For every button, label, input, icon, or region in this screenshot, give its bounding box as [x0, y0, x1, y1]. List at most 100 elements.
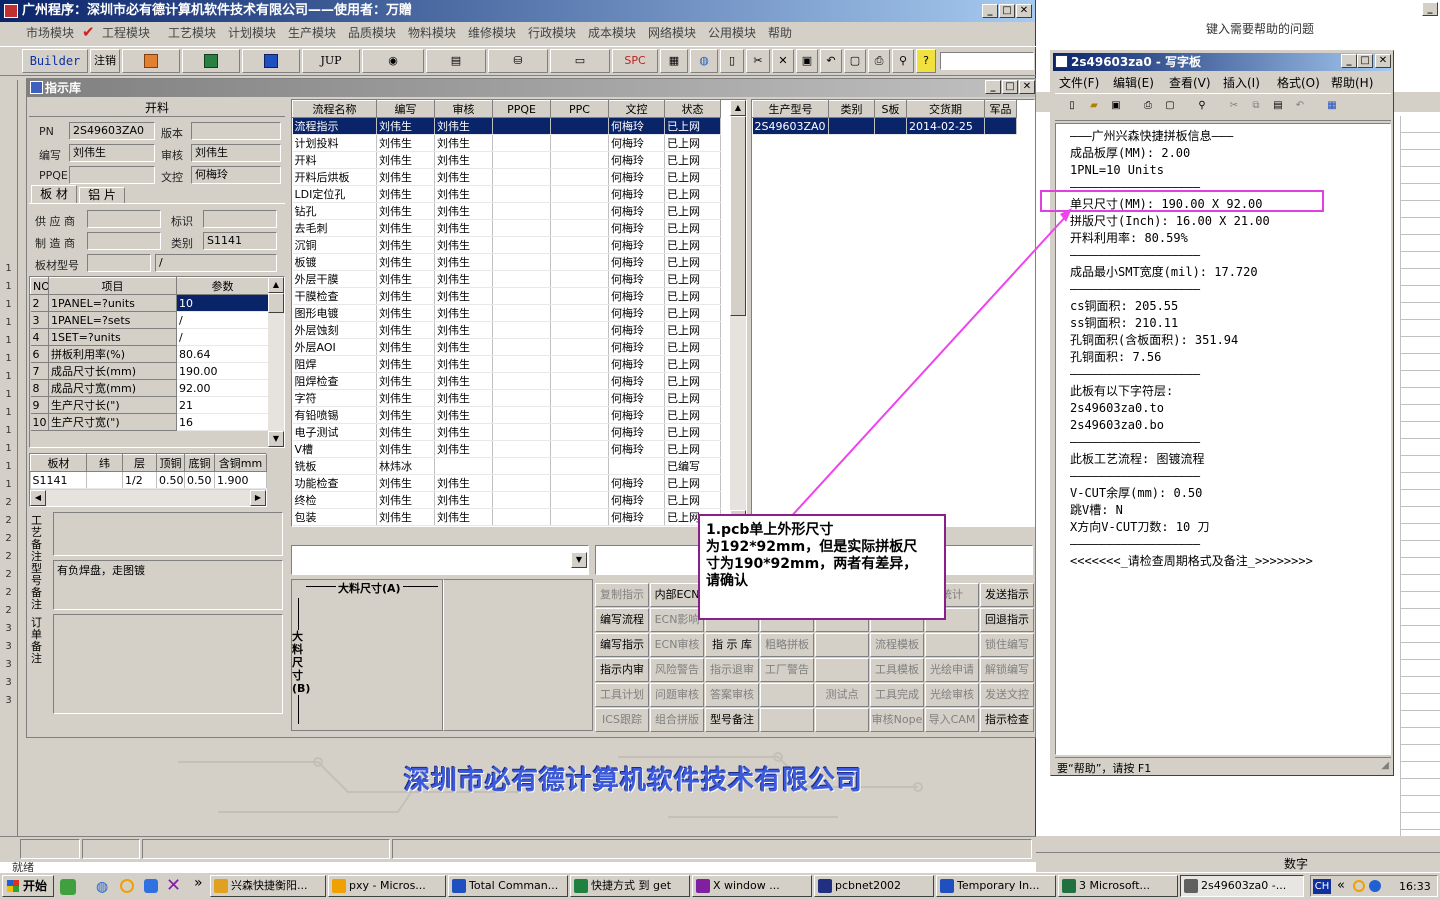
action-button-5-4[interactable] [815, 708, 869, 732]
wp-menu-item[interactable]: 查看(V) [1169, 74, 1211, 91]
wordpad-minimize-button[interactable]: _ [1341, 54, 1357, 68]
wp-menu-item[interactable]: 格式(O) [1277, 74, 1320, 91]
flow-row[interactable]: LDI定位孔 刘伟生 刘伟生 何梅玲 已上网 [292, 185, 721, 203]
flow-row[interactable]: 功能检查 刘伟生 刘伟生 何梅玲 已上网 [292, 474, 721, 492]
menu-public[interactable]: 公用模块 [708, 24, 756, 41]
param-row[interactable]: 2 1PANEL=?units 10 [30, 294, 269, 312]
flow-row[interactable]: 外层蚀刻 刘伟生 刘伟生 何梅玲 已上网 [292, 321, 721, 339]
param-row[interactable]: 6 拼板利用率(%) 80.64 [30, 345, 269, 363]
wp-paste-icon[interactable]: ▤ [1267, 97, 1289, 117]
note-model-box[interactable]: 有负焊盘，走图镀 [53, 560, 283, 610]
taskbar-item[interactable]: Temporary In... [936, 875, 1056, 897]
flow-row[interactable]: 沉铜 刘伟生 刘伟生 何梅玲 已上网 [292, 236, 721, 254]
action-button-4-7[interactable]: 发送文控 [980, 683, 1034, 707]
preview-icon[interactable]: ▢ [844, 49, 866, 73]
zhishi-restore-button[interactable]: □ [1002, 80, 1018, 94]
flow-row[interactable]: 开料后烘板 刘伟生 刘伟生 何梅玲 已上网 [292, 168, 721, 186]
builder-button[interactable]: Builder [22, 49, 88, 73]
action-button-4-2[interactable]: 答案审核 [705, 683, 759, 707]
action-button-5-2[interactable]: 型号备注 [705, 708, 759, 732]
action-button-3-6[interactable]: 光绘申请 [925, 658, 979, 682]
category-field[interactable]: S1141 [203, 232, 277, 250]
wp-undo-icon[interactable]: ↶ [1289, 97, 1311, 117]
action-button-2-4[interactable] [815, 633, 869, 657]
flow-row[interactable]: 包装 刘伟生 刘伟生 何梅玲 已上网 [292, 508, 721, 526]
jup-button[interactable]: JUP [302, 49, 360, 73]
menu-market[interactable]: 市场模块 [26, 24, 74, 41]
zhishi-minimize-button[interactable]: _ [985, 80, 1001, 94]
flow-row[interactable]: 干膜检查 刘伟生 刘伟生 何梅玲 已上网 [292, 287, 721, 305]
param-row[interactable]: 3 1PANEL=?sets / [30, 311, 269, 329]
wp-menu-item[interactable]: 插入(I) [1223, 74, 1260, 91]
doc-control-field[interactable]: 何梅玲 [191, 166, 281, 184]
tray-icon-1[interactable] [1353, 880, 1365, 892]
param-row[interactable]: 9 生产尺寸长(") 21 [30, 396, 269, 414]
action-button-2-3[interactable]: 粗略拼板 [760, 633, 814, 657]
flow-row[interactable]: 图形电镀 刘伟生 刘伟生 何梅玲 已上网 [292, 304, 721, 322]
version-field[interactable] [191, 122, 281, 140]
quicklaunch-x-icon[interactable]: ✕ [166, 875, 181, 896]
param-row[interactable]: 8 成品尺寸宽(mm) 92.00 [30, 379, 269, 397]
action-button-4-3[interactable] [760, 683, 814, 707]
action-button-4-1[interactable]: 问题审核 [650, 683, 704, 707]
author-field[interactable]: 刘伟生 [69, 144, 155, 162]
save-icon[interactable]: ▣ [796, 49, 818, 73]
language-indicator[interactable]: CH [1313, 879, 1331, 894]
action-button-5-5[interactable]: 审核Nope [870, 708, 924, 732]
mat-scroll-left[interactable]: ◀ [30, 490, 46, 506]
taskbar-item[interactable]: 兴森快捷衡阳... [210, 875, 326, 897]
taskbar-item[interactable]: 2s49603za0 -... [1180, 875, 1304, 897]
tray-expand-icon[interactable]: « [1337, 878, 1345, 893]
wp-find-icon[interactable]: ⚲ [1191, 97, 1213, 117]
reviewer-field[interactable]: 刘伟生 [191, 144, 281, 162]
calc-icon[interactable]: ▦ [660, 49, 688, 73]
flow-row[interactable]: 有铅喷锡 刘伟生 刘伟生 何梅玲 已上网 [292, 406, 721, 424]
param-row[interactable]: 10 生产尺寸宽(") 16 [30, 413, 269, 431]
taskbar-item[interactable]: Total Comman... [448, 875, 568, 897]
flow-row[interactable]: 铣板 林炜冰 已编写 [292, 457, 721, 475]
taskbar-item[interactable]: 3 Microsoft... [1058, 875, 1178, 897]
menu-engineering[interactable]: 工程模块 [102, 24, 150, 41]
wordpad-document[interactable]: ———广州兴森快捷拼板信息——— 成品板厚(MM): 2.00 1PNL=10 Un… [1055, 123, 1391, 755]
flow-scroll-thumb[interactable] [730, 116, 746, 316]
product-row[interactable]: 2S49603ZA0 2014-02-25 [752, 117, 1017, 135]
logout-button[interactable]: 注销 [90, 49, 120, 73]
tab-board[interactable]: 板 材 [31, 185, 77, 203]
note-process-box[interactable] [53, 512, 283, 556]
delete-icon[interactable]: ✕ [772, 49, 794, 73]
help-question-input[interactable]: 键入需要帮助的问题 [1206, 20, 1422, 38]
wp-menu-item[interactable]: 帮助(H) [1331, 74, 1373, 91]
flow-row[interactable]: V槽 刘伟生 刘伟生 何梅玲 已上网 [292, 440, 721, 458]
param-scroll-down[interactable]: ▼ [268, 431, 284, 447]
action-button-2-1[interactable]: ECN审核 [650, 633, 704, 657]
wp-menu-item[interactable]: 编辑(E) [1113, 74, 1154, 91]
action-button-3-1[interactable]: 风险警告 [650, 658, 704, 682]
excel-minimize-button[interactable]: _ [1422, 2, 1438, 16]
print-icon[interactable]: ⎙ [868, 49, 890, 73]
flow-row[interactable]: 阻焊 刘伟生 刘伟生 何梅玲 已上网 [292, 355, 721, 373]
wp-cut-icon[interactable]: ✂ [1223, 97, 1245, 117]
action-button-3-7[interactable]: 解锁编写 [980, 658, 1034, 682]
action-button-3-3[interactable]: 工厂警告 [760, 658, 814, 682]
mark-field[interactable] [203, 210, 277, 228]
board-model-field[interactable] [87, 254, 151, 272]
menu-admin[interactable]: 行政模块 [528, 24, 576, 41]
supplier-field[interactable] [87, 210, 161, 228]
board-model-field-2[interactable]: / [155, 254, 277, 272]
flow-row[interactable]: 字符 刘伟生 刘伟生 何梅玲 已上网 [292, 389, 721, 407]
main-restore-button[interactable]: □ [999, 4, 1015, 18]
quicklaunch-icon-3[interactable] [120, 879, 134, 893]
wp-preview-icon[interactable]: ▢ [1159, 97, 1181, 117]
ppqe-field[interactable] [69, 166, 155, 184]
excel-icon[interactable] [182, 49, 240, 73]
wp-insert-object-icon[interactable]: ▦ [1321, 97, 1343, 117]
find-icon[interactable]: ⚲ [892, 49, 914, 73]
new-doc-icon[interactable]: ▯ [720, 49, 744, 73]
action-button-0-7[interactable]: 发送指示 [980, 583, 1034, 607]
mat-scroll-right[interactable]: ▶ [250, 490, 266, 506]
action-button-3-4[interactable] [815, 658, 869, 682]
action-button-4-5[interactable]: 工具完成 [870, 683, 924, 707]
menu-quality[interactable]: 品质模块 [348, 24, 396, 41]
action-button-5-1[interactable]: 组合拼版 [650, 708, 704, 732]
pn-field[interactable]: 2S49603ZA0 [69, 122, 155, 140]
